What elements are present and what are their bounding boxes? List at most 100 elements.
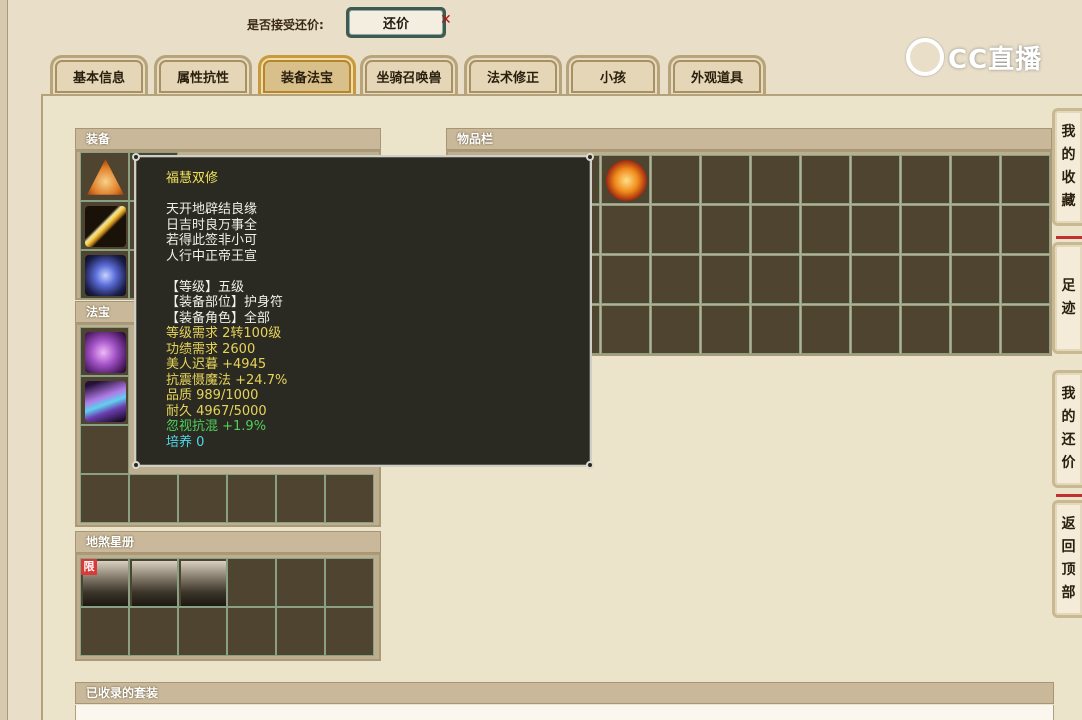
inventory-slot[interactable] — [701, 305, 750, 354]
counter-offer-button[interactable]: 还价 — [346, 7, 446, 38]
inventory-slot[interactable] — [751, 155, 800, 204]
inventory-slot[interactable] — [901, 205, 950, 254]
star-card-slot[interactable] — [227, 558, 276, 607]
star-card-slot[interactable] — [129, 607, 178, 656]
star-card-slot[interactable] — [276, 558, 325, 607]
purple-scroll-icon — [85, 381, 126, 422]
side-button-char: 迹 — [1061, 301, 1076, 317]
treasure-slot[interactable] — [80, 425, 129, 474]
inventory-slot[interactable] — [751, 205, 800, 254]
inventory-slot[interactable] — [851, 305, 900, 354]
inventory-slot[interactable] — [651, 205, 700, 254]
tooltip-title: 福慧双修 — [166, 171, 219, 186]
my-favorites-button[interactable]: 我 的 收 藏 — [1052, 108, 1082, 226]
back-to-top-button[interactable]: 返 回 顶 部 — [1052, 500, 1082, 618]
tab-attributes[interactable]: 属性抗性 — [154, 55, 252, 95]
collected-sets-header: 已收录的套装 — [75, 682, 1054, 704]
tooltip-stat: 品质 989/1000 — [166, 388, 259, 403]
tab-spell-correction[interactable]: 法术修正 — [464, 55, 562, 95]
inventory-slot[interactable] — [701, 255, 750, 304]
left-border — [0, 0, 8, 720]
side-separator — [1056, 494, 1082, 497]
tooltip-corner — [586, 153, 594, 161]
tooltip-poem-line: 日吉时良万事全 — [166, 217, 258, 233]
treasure-slot[interactable] — [276, 474, 325, 523]
tooltip-corner — [132, 153, 140, 161]
my-counter-offers-button[interactable]: 我 的 还 价 — [1052, 370, 1082, 488]
inventory-slot[interactable] — [651, 155, 700, 204]
star-card-slot[interactable] — [178, 558, 227, 607]
inventory-slot[interactable] — [651, 305, 700, 354]
star-card-slot[interactable] — [80, 607, 129, 656]
equipment-slot[interactable] — [80, 201, 129, 250]
inventory-slot[interactable] — [801, 205, 850, 254]
inventory-slot[interactable] — [1001, 155, 1050, 204]
limit-badge: 限 — [81, 559, 97, 575]
tab-child[interactable]: 小孩 — [566, 55, 660, 95]
tooltip-stat: 培养 0 — [166, 434, 205, 450]
inventory-slot[interactable] — [951, 155, 1000, 204]
inventory-slot[interactable] — [751, 255, 800, 304]
warrior-card-icon — [132, 561, 177, 606]
treasure-slot[interactable] — [80, 474, 129, 523]
inventory-slot[interactable] — [651, 255, 700, 304]
inventory-slot[interactable] — [601, 305, 650, 354]
inventory-slot[interactable] — [801, 255, 850, 304]
inventory-slot[interactable] — [851, 155, 900, 204]
inventory-slot[interactable] — [901, 155, 950, 204]
inventory-slot[interactable] — [701, 205, 750, 254]
side-button-char: 回 — [1061, 539, 1076, 555]
star-card-slot[interactable] — [276, 607, 325, 656]
tab-appearance-items[interactable]: 外观道具 — [668, 55, 766, 95]
treasure-slot[interactable] — [227, 474, 276, 523]
inventory-slot[interactable] — [601, 255, 650, 304]
tooltip-stat: 功绩需求 2600 — [166, 341, 256, 357]
star-card-slot[interactable]: 限 — [80, 558, 129, 607]
tab-basic-info[interactable]: 基本信息 — [50, 55, 148, 95]
blue-spirit-icon — [85, 255, 126, 296]
collected-sets-body — [75, 705, 1054, 720]
inventory-slot[interactable] — [851, 205, 900, 254]
side-button-char: 的 — [1061, 409, 1076, 425]
tab-equipment-treasure[interactable]: 装备法宝 — [258, 55, 356, 95]
treasure-slot[interactable] — [129, 474, 178, 523]
logo-emblem-icon — [906, 38, 944, 76]
treasure-slot[interactable] — [325, 474, 374, 523]
inventory-slot[interactable] — [901, 305, 950, 354]
equipment-header: 装备 — [75, 128, 381, 150]
star-card-slot[interactable] — [129, 558, 178, 607]
treasure-slot[interactable] — [80, 376, 129, 425]
tab-mounts-pets[interactable]: 坐骑召唤兽 — [360, 55, 458, 95]
treasure-slot[interactable] — [178, 474, 227, 523]
inventory-slot[interactable] — [901, 255, 950, 304]
inventory-slot[interactable] — [701, 155, 750, 204]
counter-offer-button-label: 还价 — [349, 10, 443, 35]
star-card-slot[interactable] — [325, 607, 374, 656]
inventory-slot[interactable] — [1001, 305, 1050, 354]
inventory-slot[interactable] — [951, 255, 1000, 304]
inventory-slot[interactable] — [801, 305, 850, 354]
sword-icon — [85, 206, 126, 247]
inventory-slot[interactable] — [601, 205, 650, 254]
star-card-slot[interactable] — [178, 607, 227, 656]
fire-orb-icon — [606, 160, 647, 201]
inventory-slot[interactable] — [801, 155, 850, 204]
star-card-slot[interactable] — [325, 558, 374, 607]
star-card-slot[interactable] — [227, 607, 276, 656]
equipment-slot[interactable] — [80, 250, 129, 299]
inventory-slot[interactable] — [851, 255, 900, 304]
inventory-slot[interactable] — [1001, 255, 1050, 304]
side-button-char: 部 — [1061, 585, 1076, 601]
footprint-button[interactable]: 足 迹 — [1052, 242, 1082, 354]
close-mark-icon[interactable]: ✕ — [440, 12, 452, 28]
inventory-slot[interactable] — [1001, 205, 1050, 254]
inventory-slot[interactable] — [601, 155, 650, 204]
treasure-slot[interactable] — [80, 327, 129, 376]
equipment-slot[interactable] — [80, 152, 129, 201]
tooltip-level: 【等级】五级 — [166, 279, 245, 295]
inventory-slot[interactable] — [951, 305, 1000, 354]
inventory-slot[interactable] — [751, 305, 800, 354]
inventory-slot[interactable] — [951, 205, 1000, 254]
purple-ornament-icon — [85, 332, 126, 373]
side-button-char: 价 — [1061, 455, 1076, 471]
